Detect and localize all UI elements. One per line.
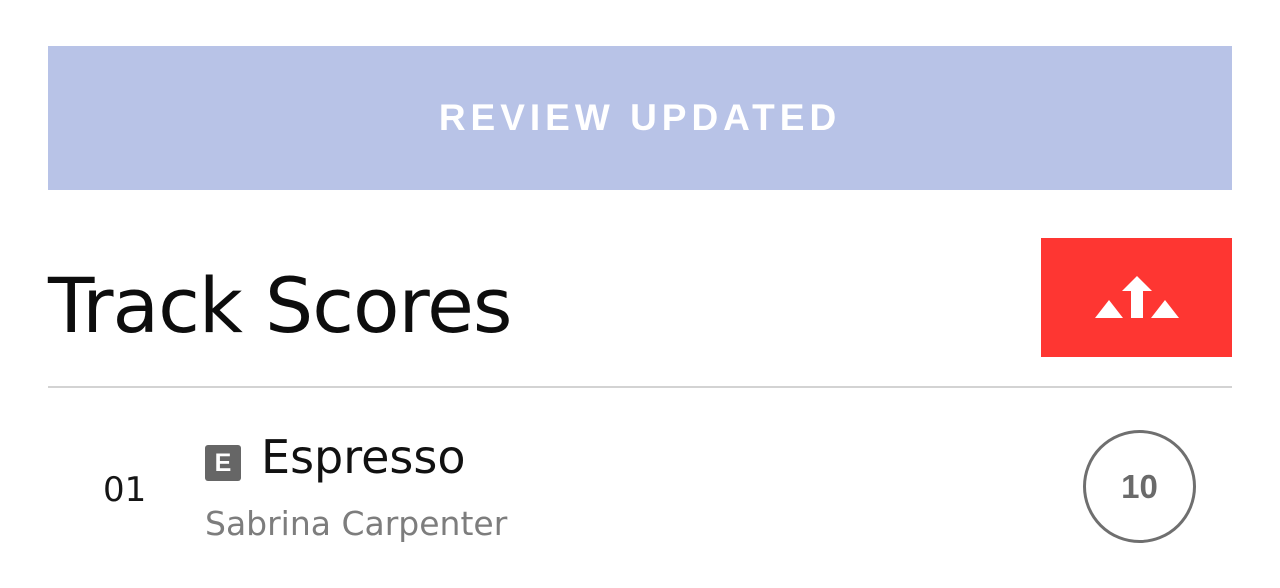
- track-title: Espresso: [261, 430, 466, 484]
- score-badge: 10: [1083, 430, 1196, 543]
- share-arrow-icon: [1094, 275, 1179, 318]
- track-row[interactable]: 01 E Espresso Sabrina Carpenter 10: [48, 388, 1232, 588]
- share-button[interactable]: [1041, 238, 1232, 357]
- track-number: 01: [103, 470, 147, 510]
- banner-label: Review Updated: [438, 97, 842, 138]
- score-value: 10: [1121, 467, 1158, 505]
- track-artist: Sabrina Carpenter: [205, 504, 508, 543]
- section-title: Track Scores: [48, 261, 512, 350]
- explicit-badge: E: [205, 445, 241, 481]
- review-updated-banner[interactable]: Review Updated: [48, 46, 1232, 190]
